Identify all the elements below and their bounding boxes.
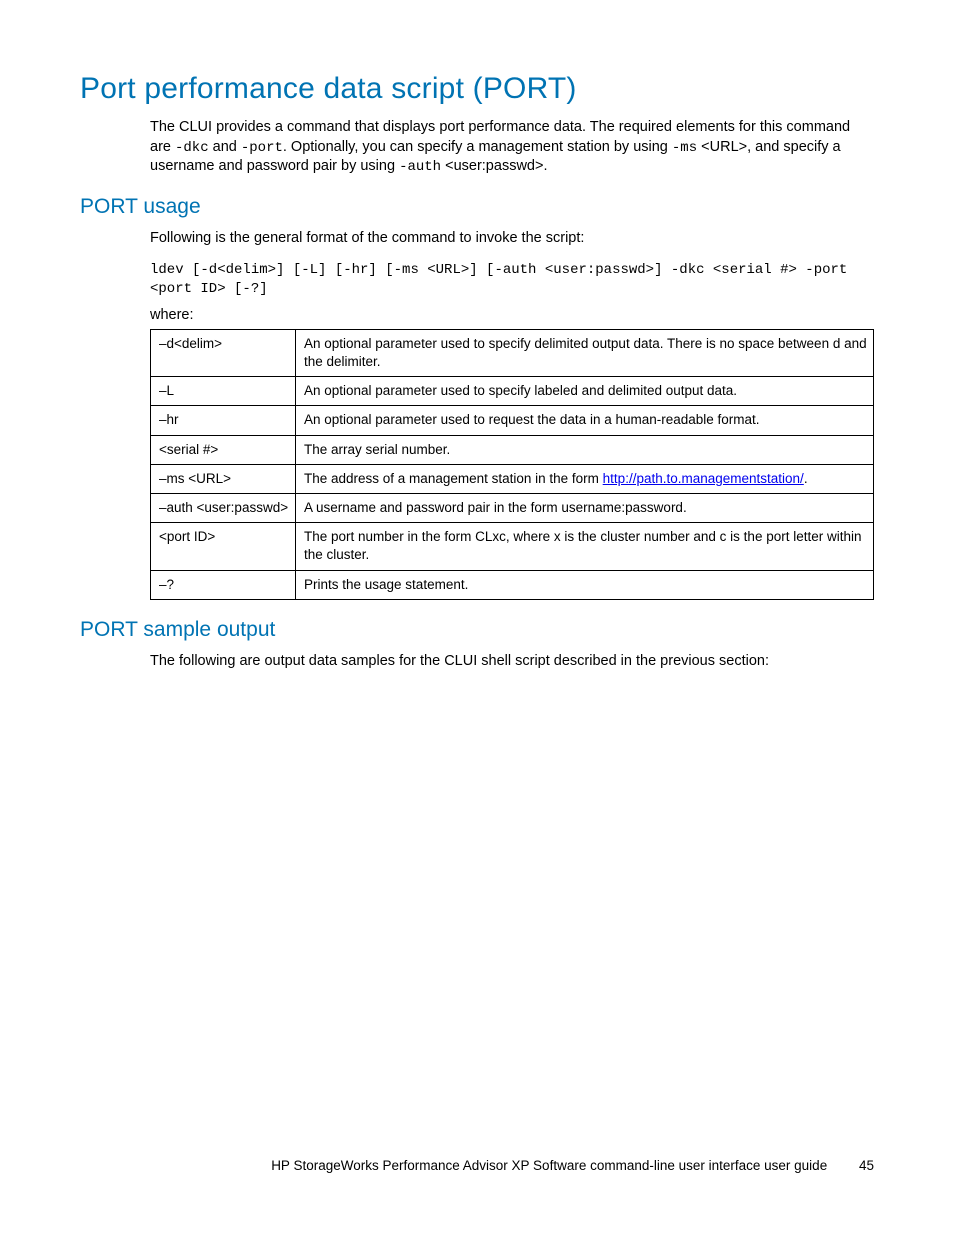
code-dkc: -dkc xyxy=(175,140,209,156)
page-number: 45 xyxy=(859,1158,874,1173)
param-desc: The array serial number. xyxy=(296,435,874,464)
usage-heading: PORT usage xyxy=(80,195,874,219)
param-desc: An optional parameter used to specify la… xyxy=(296,377,874,406)
param-desc: A username and password pair in the form… xyxy=(296,494,874,523)
param-option: –hr xyxy=(151,406,296,435)
table-row: –hr An optional parameter used to reques… xyxy=(151,406,874,435)
table-row: –L An optional parameter used to specify… xyxy=(151,377,874,406)
param-option: –? xyxy=(151,570,296,599)
sample-heading: PORT sample output xyxy=(80,618,874,642)
table-row: <port ID> The port number in the form CL… xyxy=(151,523,874,570)
parameter-table: –d<delim> An optional parameter used to … xyxy=(150,329,874,600)
page-footer: HP StorageWorks Performance Advisor XP S… xyxy=(0,1158,954,1173)
code-auth: -auth xyxy=(399,159,441,175)
sample-lead: The following are output data samples fo… xyxy=(150,652,874,672)
table-row: –auth <user:passwd> A username and passw… xyxy=(151,494,874,523)
intro-text-3: . Optionally, you can specify a manageme… xyxy=(283,139,672,155)
management-station-link[interactable]: http://path.to.managementstation/ xyxy=(603,471,804,486)
param-desc: Prints the usage statement. xyxy=(296,570,874,599)
where-label: where: xyxy=(150,307,874,323)
param-option: –L xyxy=(151,377,296,406)
table-row: –? Prints the usage statement. xyxy=(151,570,874,599)
param-desc-post: . xyxy=(804,471,808,486)
param-desc: An optional parameter used to specify de… xyxy=(296,329,874,376)
param-desc-pre: The address of a management station in t… xyxy=(304,471,603,486)
param-desc: An optional parameter used to request th… xyxy=(296,406,874,435)
sample-block: The following are output data samples fo… xyxy=(150,652,874,672)
code-ms: -ms xyxy=(672,140,697,156)
table-row: –ms <URL> The address of a management st… xyxy=(151,464,874,493)
intro-paragraph: The CLUI provides a command that display… xyxy=(150,118,874,177)
param-desc: The port number in the form CLxc, where … xyxy=(296,523,874,570)
param-option: –ms <URL> xyxy=(151,464,296,493)
usage-lead: Following is the general format of the c… xyxy=(150,229,874,249)
param-option: –d<delim> xyxy=(151,329,296,376)
param-option: <serial #> xyxy=(151,435,296,464)
page-content: Port performance data script (PORT) The … xyxy=(0,0,954,671)
param-option: <port ID> xyxy=(151,523,296,570)
param-option: –auth <user:passwd> xyxy=(151,494,296,523)
intro-text-5: <user:passwd>. xyxy=(441,158,547,174)
table-row: <serial #> The array serial number. xyxy=(151,435,874,464)
intro-block: The CLUI provides a command that display… xyxy=(150,118,874,177)
table-row: –d<delim> An optional parameter used to … xyxy=(151,329,874,376)
usage-block: Following is the general format of the c… xyxy=(150,229,874,600)
code-port: -port xyxy=(241,140,283,156)
footer-text: HP StorageWorks Performance Advisor XP S… xyxy=(271,1158,827,1173)
param-desc: The address of a management station in t… xyxy=(296,464,874,493)
intro-text-2: and xyxy=(209,139,241,155)
page-title: Port performance data script (PORT) xyxy=(80,72,874,106)
usage-code: ldev [-d<delim>] [-L] [-hr] [-ms <URL>] … xyxy=(150,261,874,299)
